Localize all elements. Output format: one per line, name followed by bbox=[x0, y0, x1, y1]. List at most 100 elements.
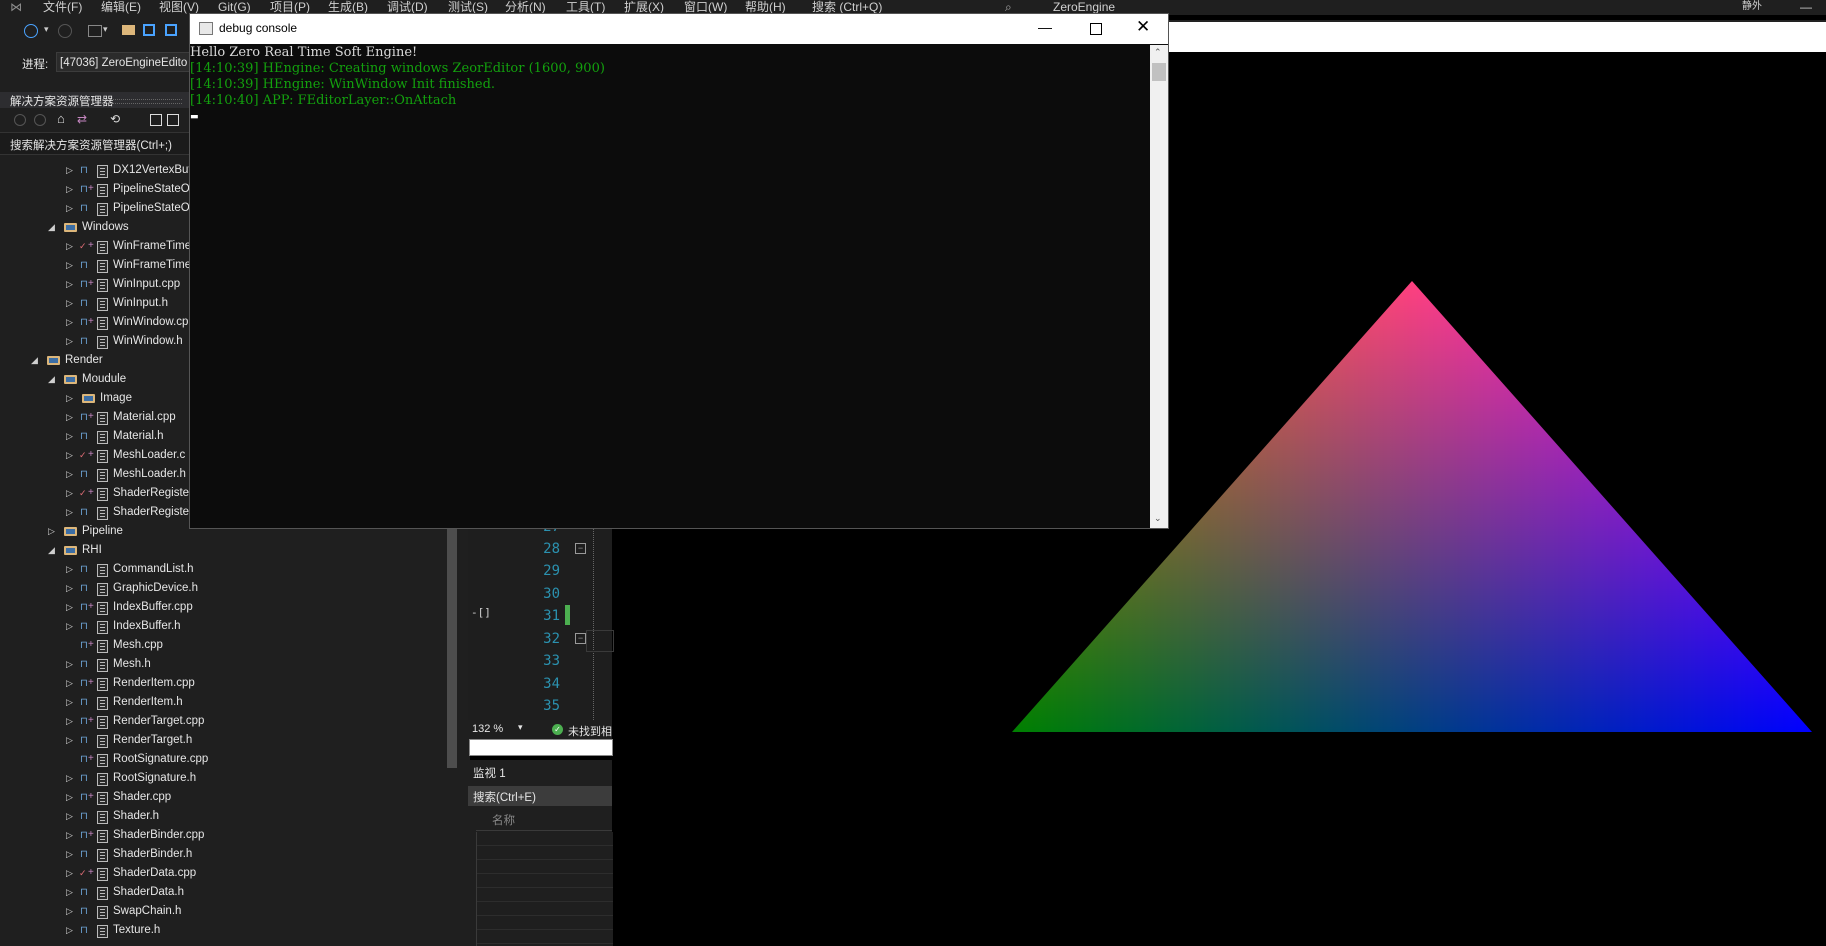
expanded-arrow-icon[interactable]: ◢ bbox=[48, 370, 55, 389]
collapsed-arrow-icon[interactable]: ▷ bbox=[66, 769, 73, 788]
history-icon[interactable]: ⟲ bbox=[110, 112, 120, 126]
user-avatar[interactable]: 静外 bbox=[1742, 0, 1762, 14]
menu-view[interactable]: 视图(V) bbox=[159, 0, 199, 14]
console-titlebar[interactable]: debug console — ✕ bbox=[190, 14, 1168, 44]
collapsed-arrow-icon[interactable]: ▷ bbox=[66, 902, 73, 921]
save-all-icon[interactable] bbox=[165, 24, 177, 36]
tree-file[interactable]: ▷ ⊓ CommandList.h bbox=[0, 560, 440, 579]
collapsed-arrow-icon[interactable]: ▷ bbox=[66, 655, 73, 674]
collapsed-arrow-icon[interactable]: ▷ bbox=[66, 256, 73, 275]
search-icon[interactable]: ⌕ bbox=[1005, 0, 1012, 14]
menu-extensions[interactable]: 扩展(X) bbox=[624, 0, 664, 14]
collapsed-arrow-icon[interactable]: ▷ bbox=[66, 427, 73, 446]
tree-file[interactable]: ▷ ⊓ RenderItem.h bbox=[0, 693, 440, 712]
collapsed-arrow-icon[interactable]: ▷ bbox=[66, 788, 73, 807]
console-scrollbar[interactable]: ⌃ ⌄ bbox=[1150, 45, 1168, 528]
menu-analyze[interactable]: 分析(N) bbox=[505, 0, 546, 14]
tree-file[interactable]: ▷ ⊓ Shader.h bbox=[0, 807, 440, 826]
collapsed-arrow-icon[interactable]: ▷ bbox=[66, 712, 73, 731]
collapsed-arrow-icon[interactable]: ▷ bbox=[66, 199, 73, 218]
tree-file[interactable]: ▷ ✓ + ShaderData.cpp bbox=[0, 864, 440, 883]
back-icon[interactable] bbox=[24, 24, 38, 38]
fold-collapse-icon[interactable]: − bbox=[575, 543, 586, 554]
collapsed-arrow-icon[interactable]: ▷ bbox=[66, 237, 73, 256]
render-window-titlebar[interactable] bbox=[1165, 22, 1826, 52]
issues-status[interactable]: 未找到相 bbox=[568, 723, 612, 739]
tree-file[interactable]: ⊓ + RootSignature.cpp bbox=[0, 750, 440, 769]
maximize-button[interactable] bbox=[1090, 23, 1102, 35]
new-dropdown-icon[interactable]: ▾ bbox=[103, 24, 108, 35]
tree-file[interactable]: ⊓ + Mesh.cpp bbox=[0, 636, 440, 655]
tree-file[interactable]: ▷ ⊓ Mesh.h bbox=[0, 655, 440, 674]
tree-file[interactable]: ▷ ⊓ RenderTarget.h bbox=[0, 731, 440, 750]
vs-logo-icon[interactable]: ⋈ bbox=[10, 0, 22, 14]
open-folder-icon[interactable] bbox=[122, 25, 135, 35]
tree-folder[interactable]: ◢ RHI bbox=[0, 541, 440, 560]
expanded-arrow-icon[interactable]: ◢ bbox=[48, 541, 55, 560]
menu-help[interactable]: 帮助(H) bbox=[745, 0, 786, 14]
expanded-arrow-icon[interactable]: ◢ bbox=[31, 351, 38, 370]
collapsed-arrow-icon[interactable]: ▷ bbox=[66, 826, 73, 845]
collapsed-arrow-icon[interactable]: ▷ bbox=[66, 883, 73, 902]
save-icon[interactable] bbox=[143, 24, 155, 36]
new-project-icon[interactable] bbox=[88, 25, 102, 37]
menu-edit[interactable]: 编辑(E) bbox=[101, 0, 141, 14]
collapsed-arrow-icon[interactable]: ▷ bbox=[66, 294, 73, 313]
collapsed-arrow-icon[interactable]: ▷ bbox=[66, 617, 73, 636]
menu-test[interactable]: 测试(S) bbox=[448, 0, 488, 14]
process-select[interactable]: [47036] ZeroEngineEdito bbox=[56, 52, 190, 72]
collapsed-arrow-icon[interactable]: ▷ bbox=[66, 161, 73, 180]
menu-window[interactable]: 窗口(W) bbox=[684, 0, 727, 14]
collapsed-arrow-icon[interactable]: ▷ bbox=[66, 275, 73, 294]
tree-file[interactable]: ▷ ⊓ ShaderData.h bbox=[0, 883, 440, 902]
collapsed-arrow-icon[interactable]: ▷ bbox=[66, 921, 73, 940]
collapsed-arrow-icon[interactable]: ▷ bbox=[66, 446, 73, 465]
menu-file[interactable]: 文件(F) bbox=[43, 0, 82, 14]
console-output[interactable]: Hello Zero Real Time Soft Engine! [14:10… bbox=[190, 45, 1150, 528]
tree-file[interactable]: ▷ ⊓ + RenderItem.cpp bbox=[0, 674, 440, 693]
watch-tab[interactable]: 监视 1 bbox=[473, 765, 506, 781]
tree-scrollbar-thumb[interactable] bbox=[447, 528, 457, 768]
collapsed-arrow-icon[interactable]: ▷ bbox=[66, 313, 73, 332]
tree-file[interactable]: ▷ ⊓ Texture.h bbox=[0, 921, 440, 940]
collapsed-arrow-icon[interactable]: ▷ bbox=[66, 408, 73, 427]
expanded-arrow-icon[interactable]: ◢ bbox=[48, 218, 55, 237]
collapsed-arrow-icon[interactable]: ▷ bbox=[66, 503, 73, 522]
scroll-down-icon[interactable]: ⌄ bbox=[1154, 513, 1162, 524]
zoom-dropdown-icon[interactable]: ▾ bbox=[518, 722, 523, 733]
collapsed-arrow-icon[interactable]: ▷ bbox=[66, 674, 73, 693]
collapsed-arrow-icon[interactable]: ▷ bbox=[66, 807, 73, 826]
collapsed-arrow-icon[interactable]: ▷ bbox=[66, 180, 73, 199]
editor-hscroll[interactable] bbox=[469, 739, 613, 756]
collapsed-arrow-icon[interactable]: ▷ bbox=[66, 864, 73, 883]
tree-file[interactable]: ▷ ⊓ + IndexBuffer.cpp bbox=[0, 598, 440, 617]
scroll-up-icon[interactable]: ⌃ bbox=[1154, 47, 1162, 58]
collapsed-arrow-icon[interactable]: ▷ bbox=[66, 484, 73, 503]
menu-project[interactable]: 项目(P) bbox=[270, 0, 310, 14]
tree-file[interactable]: ▷ ⊓ SwapChain.h bbox=[0, 902, 440, 921]
tree-file[interactable]: ▷ ⊓ GraphicDevice.h bbox=[0, 579, 440, 598]
collapsed-arrow-icon[interactable]: ▷ bbox=[66, 731, 73, 750]
collapsed-arrow-icon[interactable]: ▷ bbox=[66, 332, 73, 351]
minimize-button[interactable]: — bbox=[1038, 19, 1052, 35]
zoom-level[interactable]: 132 % bbox=[472, 723, 503, 735]
collapsed-arrow-icon[interactable]: ▷ bbox=[66, 598, 73, 617]
menu-git[interactable]: Git(G) bbox=[218, 0, 251, 14]
switch-views-icon[interactable]: ⇄ bbox=[77, 112, 87, 126]
collapsed-arrow-icon[interactable]: ▷ bbox=[66, 560, 73, 579]
tree-file[interactable]: ▷ ⊓ + RenderTarget.cpp bbox=[0, 712, 440, 731]
tree-file[interactable]: ▷ ⊓ IndexBuffer.h bbox=[0, 617, 440, 636]
tree-file[interactable]: ▷ ⊓ ShaderBinder.h bbox=[0, 845, 440, 864]
solution-search-box[interactable]: 搜索解决方案资源管理器(Ctrl+;) bbox=[0, 132, 190, 155]
back-dropdown-icon[interactable]: ▾ bbox=[44, 24, 49, 35]
menu-debug[interactable]: 调试(D) bbox=[387, 0, 428, 14]
menu-build[interactable]: 生成(B) bbox=[328, 0, 368, 14]
menu-tools[interactable]: 工具(T) bbox=[566, 0, 605, 14]
collapsed-arrow-icon[interactable]: ▷ bbox=[66, 579, 73, 598]
minimize-button[interactable]: — bbox=[1800, 0, 1812, 14]
watch-search-box[interactable]: 搜索(Ctrl+E) bbox=[468, 786, 612, 806]
panel-grip[interactable] bbox=[102, 99, 182, 104]
close-button[interactable]: ✕ bbox=[1136, 17, 1150, 37]
watch-rows[interactable] bbox=[476, 832, 613, 946]
tree-file[interactable]: ▷ ⊓ + ShaderBinder.cpp bbox=[0, 826, 440, 845]
